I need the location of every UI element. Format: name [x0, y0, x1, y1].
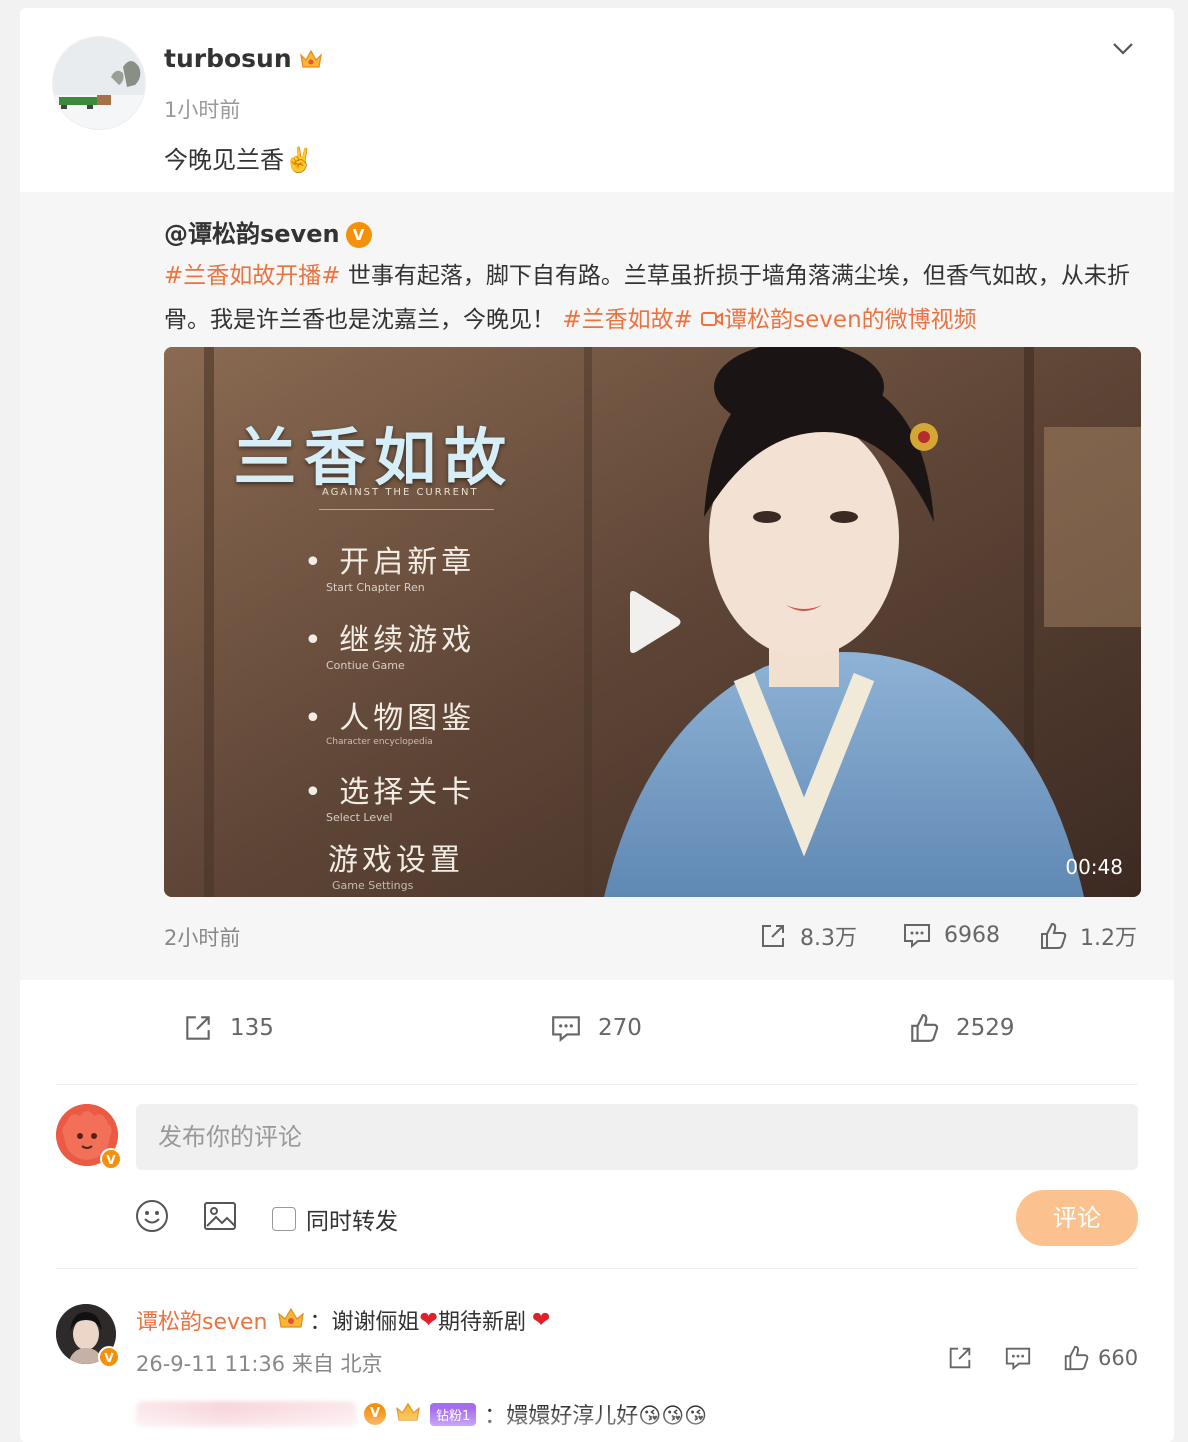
- video-menu-item: • 人物图鉴 Character encyclopedia: [304, 701, 476, 747]
- commenter-avatar[interactable]: V: [56, 1304, 120, 1368]
- repost-author-name[interactable]: @谭松韵seven: [164, 220, 340, 248]
- repost-text: #兰香如故开播# 世事有起落，脚下自有路。兰草虽折损于墙角落满尘埃，但香气如故，…: [164, 254, 1144, 342]
- video-menu-item: • 选择关卡 Select Level: [304, 775, 476, 824]
- comment-like-count: 660: [1098, 1346, 1139, 1370]
- crown-icon: [276, 1305, 306, 1335]
- comment-share-button[interactable]: [946, 1344, 974, 1372]
- comment-icon: [552, 1016, 580, 1043]
- like-button[interactable]: 2529: [908, 1012, 1015, 1044]
- play-icon[interactable]: [622, 589, 682, 655]
- comment-icon: [1005, 1347, 1031, 1371]
- comment-content: 谭松韵seven ：谢谢俪姐 ❤ 期待新剧 ❤: [136, 1304, 550, 1336]
- comment-icon: [904, 924, 930, 949]
- share-icon: [949, 1347, 971, 1369]
- share-button[interactable]: 135: [182, 1012, 274, 1044]
- post-time[interactable]: 1小时前: [164, 94, 240, 124]
- heart-icon: ❤: [419, 1307, 438, 1333]
- chevron-down-icon[interactable]: [1110, 38, 1136, 58]
- menu-item-cn: 人物图鉴: [339, 701, 476, 736]
- divider: [56, 1268, 1138, 1269]
- like-count: 2529: [956, 1015, 1015, 1041]
- video-duration: 00:48: [1065, 855, 1123, 879]
- video-menu-item: • 继续游戏 Contiue Game: [304, 623, 476, 672]
- hashtag-link[interactable]: #兰香如故开播#: [164, 263, 341, 289]
- current-user-avatar[interactable]: V: [56, 1104, 122, 1170]
- share-icon: [186, 1016, 210, 1040]
- menu-item-en: Select Level: [326, 811, 393, 824]
- comment-like-button[interactable]: 660: [1062, 1344, 1138, 1372]
- comment-meta: 26-9-11 11:36 来自 北京: [136, 1352, 383, 1376]
- repost-comment-button[interactable]: 6968: [902, 920, 1000, 950]
- video-link-text[interactable]: 谭松韵seven的微博视频: [724, 307, 976, 333]
- thumbs-up-icon: [1064, 1345, 1089, 1371]
- video-subtitle: AGAINST THE CURRENT: [322, 487, 479, 498]
- emoji-icon[interactable]: [134, 1198, 170, 1234]
- submit-comment-button[interactable]: 评论: [1016, 1190, 1138, 1246]
- menu-item-cn: 选择关卡: [339, 775, 476, 810]
- menu-item-cn: 游戏设置: [328, 843, 464, 878]
- post-text: 今晚见兰香✌️: [164, 146, 314, 174]
- repost-like-count: 1.2万: [1080, 926, 1137, 951]
- commenter-name[interactable]: 谭松韵seven: [136, 1304, 268, 1336]
- repost-checkbox-label: 同时转发: [306, 1209, 398, 1235]
- verified-badge-icon: V: [100, 1148, 122, 1170]
- video-player[interactable]: 兰香如故 AGAINST THE CURRENT • 开启新章 Start Ch…: [164, 347, 1141, 897]
- author-name[interactable]: turbosun: [164, 44, 324, 73]
- reposted-weibo[interactable]: @谭松韵seven V #兰香如故开播# 世事有起落，脚下自有路。兰草虽折损于墙角…: [20, 192, 1174, 980]
- comment-reply-button[interactable]: [1004, 1344, 1032, 1372]
- menu-item-en: Contiue Game: [326, 659, 405, 672]
- weibo-post-card: turbosun 1小时前 今晚见兰香✌️ @谭松韵seven V #兰香如故开播…: [20, 8, 1174, 1442]
- video-link[interactable]: 谭松韵seven的微博视频: [700, 307, 977, 333]
- image-icon[interactable]: [202, 1198, 238, 1234]
- crown-icon: [298, 46, 324, 68]
- menu-item-cn: 继续游戏: [339, 623, 476, 658]
- share-count: 135: [230, 1015, 274, 1041]
- video-title: 兰香如故: [234, 421, 515, 494]
- comment-button[interactable]: 270: [550, 1012, 642, 1044]
- repost-comment-count: 6968: [944, 922, 1000, 948]
- menu-item-en: Start Chapter Ren: [326, 581, 425, 594]
- video-camera-icon: [701, 312, 724, 326]
- share-icon: [762, 925, 784, 947]
- repost-like-button[interactable]: 1.2万: [1038, 920, 1137, 952]
- author-avatar[interactable]: [52, 36, 146, 130]
- verified-badge-icon: V: [98, 1346, 120, 1368]
- repost-share-button[interactable]: 8.3万: [758, 920, 857, 952]
- comment-text: ：谢谢俪姐: [309, 1310, 420, 1335]
- repost-time[interactable]: 2小时前: [164, 922, 240, 952]
- repost-share-count: 8.3万: [800, 926, 857, 951]
- repost-author[interactable]: @谭松韵seven V: [164, 214, 372, 249]
- menu-item-en: Character encyclopedia: [326, 737, 433, 747]
- author-name-text[interactable]: turbosun: [164, 44, 292, 73]
- comment-input[interactable]: [136, 1104, 1138, 1170]
- hashtag-link-2[interactable]: #兰香如故#: [562, 307, 693, 333]
- comment-text-2: 期待新剧: [437, 1310, 526, 1335]
- verified-badge-icon: V: [345, 222, 372, 248]
- checkbox[interactable]: [272, 1207, 296, 1231]
- video-menu-item: 游戏设置 Game Settings: [328, 835, 464, 892]
- video-title-underline: [319, 509, 494, 510]
- bottom-fade: [20, 1408, 1174, 1442]
- heart-icon: ❤: [531, 1307, 551, 1333]
- divider: [56, 1084, 1138, 1085]
- thumbs-up-icon: [1041, 922, 1067, 949]
- menu-item-cn: 开启新章: [339, 545, 476, 580]
- repost-checkbox[interactable]: 同时转发: [272, 1202, 398, 1236]
- menu-item-en: Game Settings: [332, 879, 414, 892]
- video-menu-item: • 开启新章 Start Chapter Ren: [304, 545, 476, 594]
- comment-count: 270: [598, 1015, 642, 1041]
- thumbs-up-icon: [911, 1014, 939, 1042]
